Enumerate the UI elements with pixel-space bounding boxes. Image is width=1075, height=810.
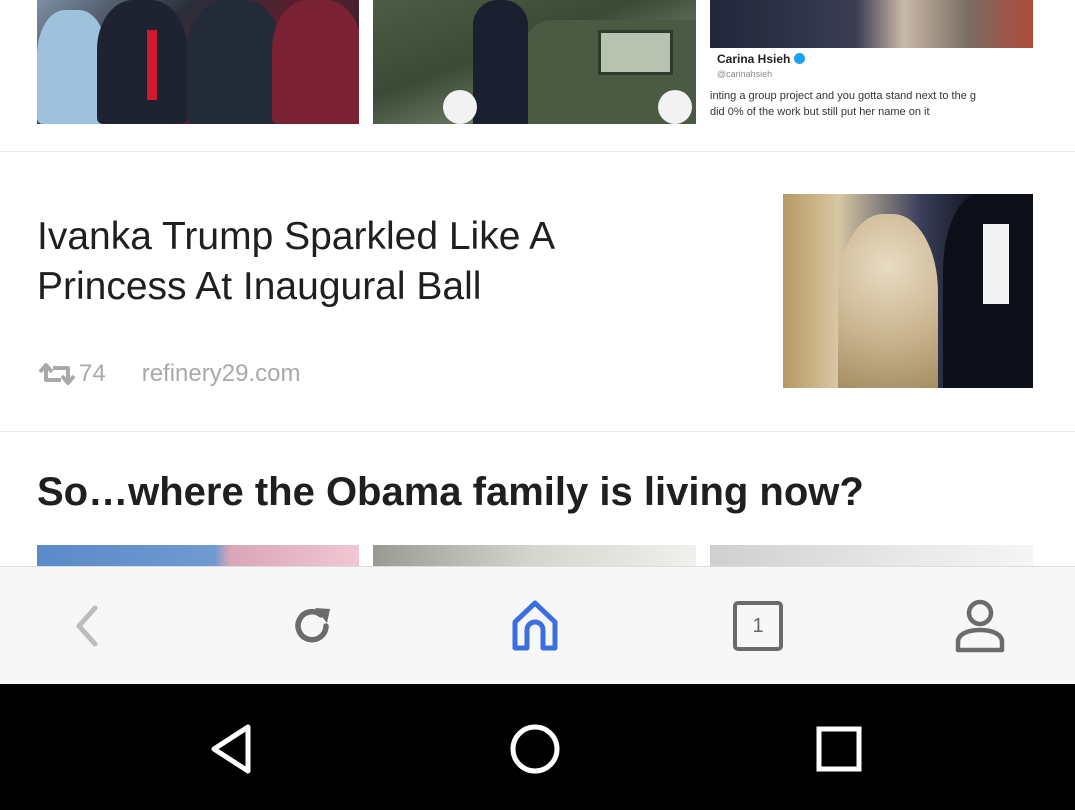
system-navigation-bar xyxy=(0,684,1075,810)
thumbnail-house-interior xyxy=(373,545,696,566)
tweet-photo xyxy=(710,0,1033,48)
back-triangle-icon xyxy=(211,724,251,774)
system-recents-button[interactable] xyxy=(807,717,871,781)
article-thumbnail[interactable] xyxy=(783,194,1033,388)
reload-icon xyxy=(295,608,330,643)
thumbnail-helicopter-departure xyxy=(373,0,696,124)
tweet-text: inting a group project and you gotta sta… xyxy=(710,88,1033,120)
tweet-author-name: Carina Hsieh xyxy=(717,52,791,66)
article-meta: 74 refinery29.com xyxy=(37,358,300,390)
repost-icon[interactable] xyxy=(37,360,77,388)
card-divider xyxy=(0,431,1075,432)
article-title[interactable]: Ivanka Trump Sparkled Like A Princess At… xyxy=(37,212,677,312)
profile-button[interactable] xyxy=(948,594,1012,658)
section-title[interactable]: So…where the Obama family is living now? xyxy=(37,470,864,515)
back-button[interactable] xyxy=(56,594,120,658)
home-circle-icon xyxy=(510,724,560,774)
thumbnail-inauguration-crowd xyxy=(37,0,359,124)
tweet-text-line-2: did 0% of the work but still put her nam… xyxy=(710,106,930,118)
article-source[interactable]: refinery29.com xyxy=(142,360,301,388)
tabs-button[interactable]: 1 xyxy=(726,594,790,658)
reload-button[interactable] xyxy=(280,594,344,658)
tab-count: 1 xyxy=(752,614,764,637)
bottom-image-strip[interactable] xyxy=(37,545,1033,566)
recents-square-icon xyxy=(816,726,862,772)
browser-toolbar: 1 xyxy=(0,566,1075,684)
thumbnail-tweet-screenshot: Carina Hsieh @carinahsieh inting a group… xyxy=(710,0,1033,124)
news-feed[interactable]: Carina Hsieh @carinahsieh inting a group… xyxy=(0,0,1075,566)
top-image-strip[interactable]: Carina Hsieh @carinahsieh inting a group… xyxy=(37,0,1033,124)
repost-count: 74 xyxy=(79,360,106,387)
profile-icon xyxy=(955,599,1005,653)
system-home-button[interactable] xyxy=(503,717,567,781)
home-button[interactable] xyxy=(503,594,567,658)
tweet-author-handle: @carinahsieh xyxy=(717,69,773,79)
home-icon xyxy=(512,600,558,651)
verified-badge-icon xyxy=(794,53,806,64)
card-divider xyxy=(0,151,1075,152)
thumbnail-house-exterior xyxy=(37,545,359,566)
chevron-left-icon xyxy=(76,605,98,647)
thumbnail-house-room xyxy=(710,545,1033,566)
tweet-text-line-1: inting a group project and you gotta sta… xyxy=(710,90,977,102)
system-back-button[interactable] xyxy=(200,717,264,781)
